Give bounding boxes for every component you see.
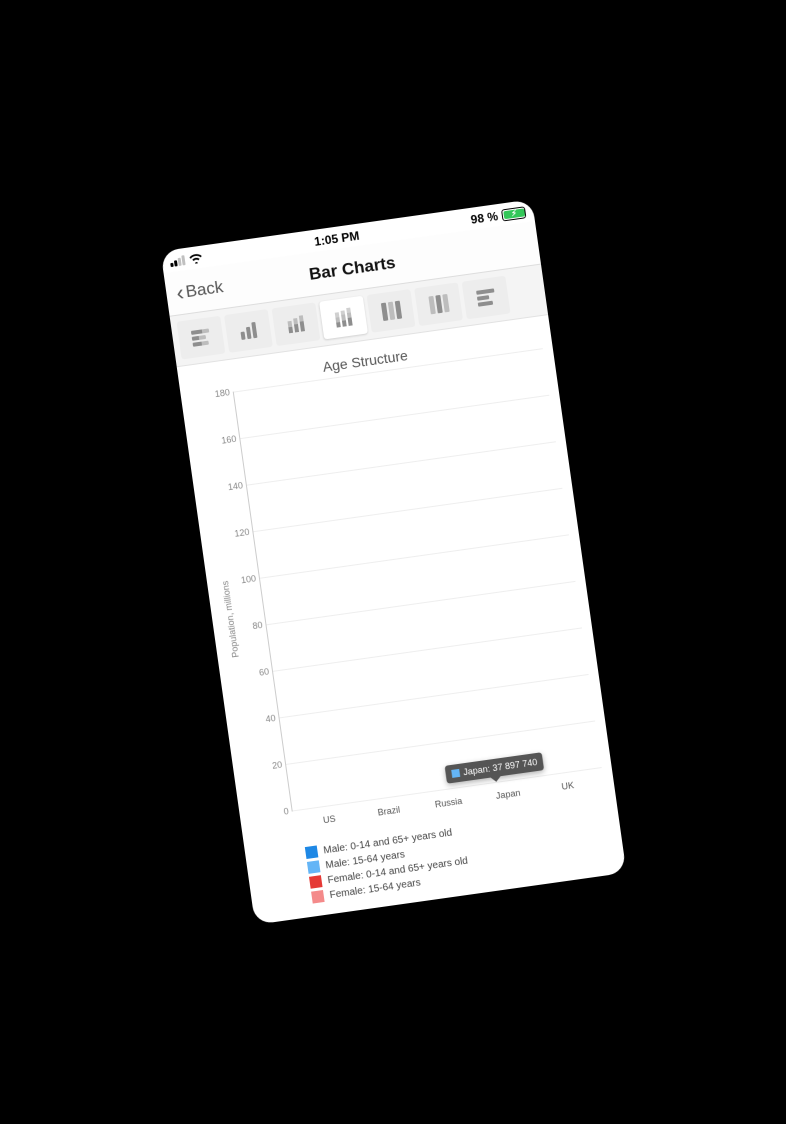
category-russia: Russia bbox=[416, 786, 476, 794]
y-tick-label: 20 bbox=[259, 760, 282, 773]
battery-percent: 98 % bbox=[469, 209, 498, 227]
status-left bbox=[169, 251, 203, 268]
wifi-icon bbox=[188, 251, 204, 266]
phone-frame: 1:05 PM 98 % ⚡︎ ‹ Back Bar Charts Age St… bbox=[160, 199, 626, 925]
cellular-signal-icon bbox=[169, 255, 185, 267]
segment[interactable] bbox=[487, 782, 505, 785]
category-japan: Japan: 37 897 740Japan bbox=[476, 777, 536, 785]
y-tick-label: 140 bbox=[220, 480, 243, 493]
chart-tab-grouped2[interactable] bbox=[414, 282, 463, 326]
segment[interactable] bbox=[507, 779, 525, 782]
segment[interactable] bbox=[507, 779, 525, 782]
x-tick-label: Russia bbox=[418, 794, 479, 812]
segment[interactable] bbox=[328, 804, 346, 807]
y-tick-label: 120 bbox=[226, 527, 249, 540]
segment[interactable] bbox=[427, 790, 445, 793]
chart-tab-bar[interactable] bbox=[224, 309, 273, 353]
segment[interactable] bbox=[368, 798, 386, 801]
x-tick-label: Japan bbox=[477, 785, 538, 803]
chart-tab-bar-stacked2[interactable] bbox=[271, 302, 320, 346]
bar-japan-female[interactable] bbox=[507, 779, 525, 782]
category-brazil: Brazil bbox=[357, 794, 417, 802]
legend-swatch bbox=[308, 875, 322, 889]
chart-tab-bar-stacked3[interactable] bbox=[319, 296, 368, 340]
plot-wrap: Population, millions 0204060801001201401… bbox=[191, 348, 605, 843]
x-tick-label: UK bbox=[537, 777, 598, 795]
segment[interactable] bbox=[328, 804, 346, 807]
segment[interactable] bbox=[566, 770, 584, 773]
bar-uk-female[interactable] bbox=[566, 770, 584, 773]
segment[interactable] bbox=[447, 787, 465, 790]
segment[interactable] bbox=[308, 807, 326, 810]
segment[interactable] bbox=[427, 790, 445, 793]
back-label: Back bbox=[184, 277, 224, 302]
bar-uk-male[interactable] bbox=[547, 773, 565, 776]
segment[interactable] bbox=[547, 773, 565, 776]
plot[interactable]: 020406080100120140160180 USBrazilRussiaJ… bbox=[206, 348, 604, 841]
segment[interactable] bbox=[388, 796, 406, 799]
y-tick-label: 180 bbox=[207, 387, 230, 400]
y-tick-label: 40 bbox=[253, 713, 276, 726]
segment[interactable] bbox=[368, 798, 386, 801]
phone-screen: 1:05 PM 98 % ⚡︎ ‹ Back Bar Charts Age St… bbox=[160, 199, 626, 925]
x-tick-label: Brazil bbox=[358, 802, 419, 820]
bar-us-female[interactable] bbox=[328, 804, 346, 807]
tooltip: Japan: 37 897 740 bbox=[444, 752, 544, 784]
segment[interactable] bbox=[308, 807, 326, 810]
segment[interactable] bbox=[447, 787, 465, 790]
chevron-left-icon: ‹ bbox=[174, 281, 184, 304]
legend-swatch bbox=[304, 845, 318, 859]
chart-tab-hbar[interactable] bbox=[461, 276, 510, 320]
legend-swatch bbox=[306, 860, 320, 874]
bar-us-male[interactable] bbox=[308, 807, 326, 810]
y-tick-label: 100 bbox=[233, 573, 256, 586]
bar-brazil-female[interactable] bbox=[388, 796, 406, 799]
segment[interactable] bbox=[487, 782, 505, 785]
category-us: US bbox=[297, 802, 357, 810]
bar-brazil-male[interactable] bbox=[368, 798, 386, 801]
page-title: Bar Charts bbox=[307, 252, 396, 284]
bar-russia-female[interactable] bbox=[447, 787, 465, 790]
segment[interactable] bbox=[388, 796, 406, 799]
chart-tab-grouped[interactable] bbox=[366, 289, 415, 333]
chart-tab-hbar-stacked[interactable] bbox=[176, 316, 225, 360]
y-tick-label: 80 bbox=[239, 620, 262, 633]
bar-russia-male[interactable] bbox=[427, 790, 445, 793]
category-uk: UK bbox=[536, 769, 596, 777]
back-button[interactable]: ‹ Back bbox=[167, 264, 232, 315]
x-tick-label: US bbox=[298, 810, 359, 828]
segment[interactable] bbox=[566, 770, 584, 773]
bars-layer: USBrazilRussiaJapan: 37 897 740JapanUK bbox=[232, 348, 601, 811]
y-tick-label: 60 bbox=[246, 666, 269, 679]
legend-swatch bbox=[311, 890, 325, 904]
chart-area: Age Structure Population, millions 02040… bbox=[176, 315, 626, 925]
bar-japan-male[interactable]: Japan: 37 897 740 bbox=[487, 782, 505, 785]
battery-icon: ⚡︎ bbox=[501, 206, 526, 221]
y-tick-label: 0 bbox=[266, 806, 289, 819]
segment[interactable] bbox=[547, 773, 565, 776]
y-tick-label: 160 bbox=[213, 434, 236, 447]
